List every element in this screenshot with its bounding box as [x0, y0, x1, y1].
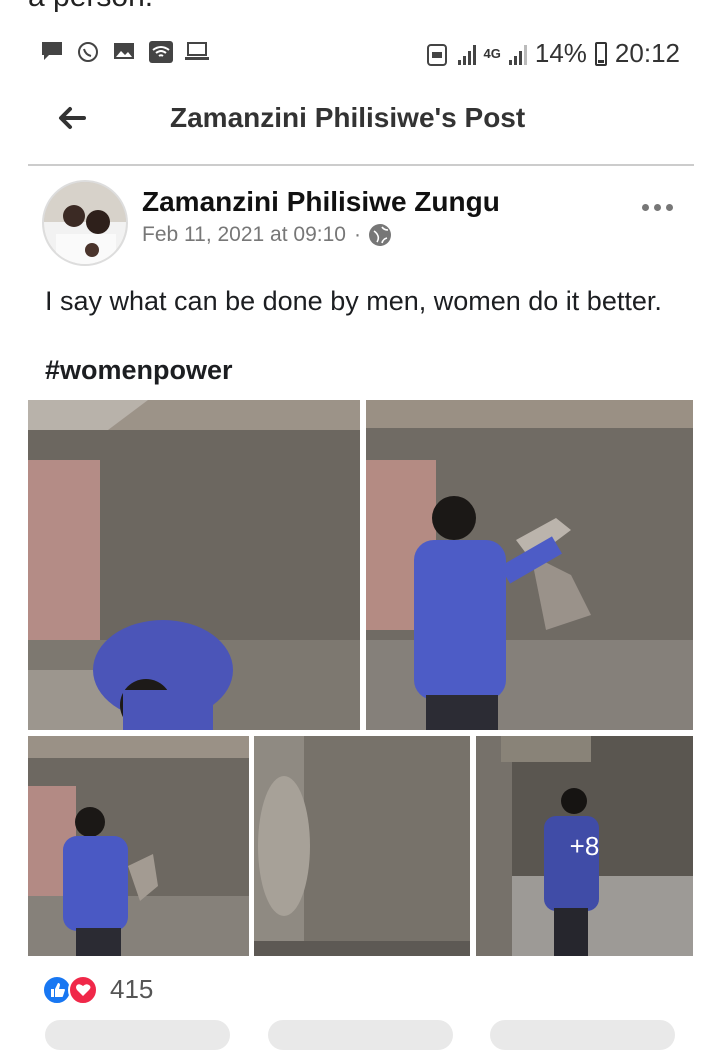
reactions-summary[interactable]: 415 — [42, 974, 153, 1005]
clock: 20:12 — [614, 38, 680, 68]
post-text: I say what can be done by men, women do … — [45, 286, 662, 316]
laptop-icon — [184, 40, 209, 62]
post-photo-5[interactable]: +8 — [476, 736, 693, 956]
post-photo-4[interactable] — [254, 736, 470, 956]
wifi-icon — [148, 40, 173, 63]
comment-button[interactable] — [268, 1020, 453, 1050]
post-timestamp[interactable]: Feb 11, 2021 at 09:10 — [142, 223, 346, 247]
page-header: Zamanzini Philisiwe's Post — [0, 90, 720, 150]
signal-icon-2 — [508, 43, 527, 65]
author-avatar[interactable] — [42, 180, 128, 266]
message-icon — [40, 40, 64, 62]
cropped-caption-text: a person. — [28, 0, 153, 14]
whatsapp-icon — [76, 40, 100, 62]
gallery-icon — [112, 40, 136, 62]
post-hashtag[interactable]: #womenpower — [45, 355, 233, 386]
nfc-icon — [426, 43, 450, 66]
love-reaction-icon — [68, 974, 98, 1005]
battery-icon — [594, 41, 607, 66]
network-type-label: 4G — [483, 46, 501, 61]
like-button[interactable] — [45, 1020, 230, 1050]
meta-separator: · — [353, 223, 361, 246]
more-photos-overlay[interactable]: +8 — [476, 736, 693, 956]
post-photo-2[interactable] — [366, 400, 693, 730]
back-arrow-icon[interactable] — [52, 98, 92, 138]
author-name[interactable]: Zamanzini Philisiwe Zungu — [142, 186, 500, 218]
page-title: Zamanzini Philisiwe's Post — [170, 102, 526, 133]
battery-percent: 14% — [534, 38, 587, 68]
divider — [28, 164, 694, 166]
status-bar: 4G 14% 20:12 — [0, 34, 720, 74]
post-meta: Feb 11, 2021 at 09:10 · — [142, 223, 391, 247]
public-globe-icon — [368, 224, 391, 246]
post-photo-3[interactable] — [28, 736, 249, 956]
reactions-count: 415 — [110, 974, 154, 1004]
share-button[interactable] — [490, 1020, 675, 1050]
signal-icon — [457, 43, 476, 65]
post-photo-1[interactable] — [28, 400, 360, 730]
more-options-icon[interactable] — [642, 204, 673, 211]
